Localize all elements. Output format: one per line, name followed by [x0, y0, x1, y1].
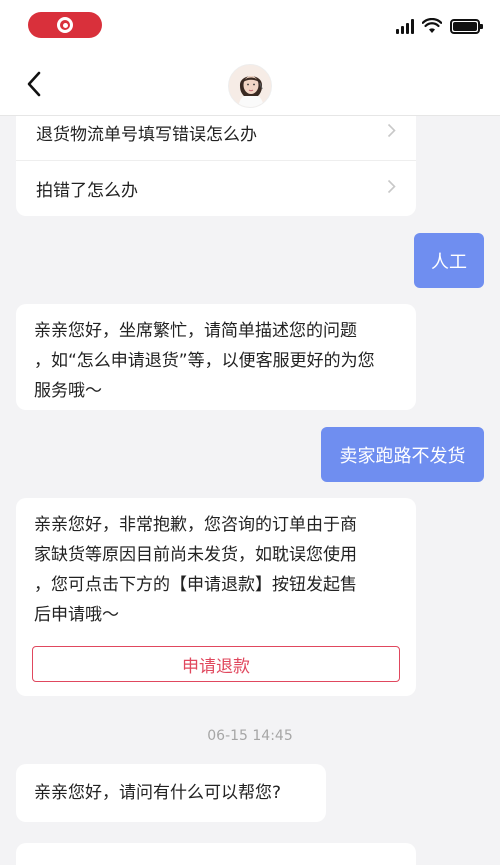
- user-message: 人工: [414, 233, 484, 288]
- faq-item-label: 拍错了怎么办: [36, 181, 138, 201]
- back-button[interactable]: [16, 66, 52, 102]
- battery-icon: [450, 18, 483, 34]
- screen-record-indicator[interactable]: [28, 12, 102, 38]
- agent-message: 亲亲您好，非常抱歉，您咨询的订单由于商 家缺货等原因目前尚未发货，如耽误您使用 …: [16, 498, 416, 696]
- avatar-image: [229, 65, 271, 107]
- status-icons: [396, 18, 483, 34]
- agent-message: 亲亲您好，请问有什么可以帮您?: [16, 764, 326, 822]
- chevron-left-icon: [27, 71, 41, 97]
- agent-avatar[interactable]: [228, 64, 272, 108]
- faq-item[interactable]: 退货物流单号填写错误怎么办: [16, 116, 416, 160]
- message-line: 亲亲您好，请问有什么可以帮您?: [34, 783, 282, 803]
- faq-item-label: 退货物流单号填写错误怎么办: [36, 124, 257, 145]
- message-line: 后申请哦～: [34, 605, 119, 625]
- user-message: 卖家跑路不发货: [321, 427, 484, 482]
- message-line: 亲亲您好，坐席繁忙，请简单描述您的问题: [34, 321, 357, 341]
- chat-area[interactable]: 退货物流单号填写错误怎么办 拍错了怎么办 人工 亲亲您好，坐席繁忙，请简单描述您…: [0, 116, 500, 865]
- message-line: 亲亲您好，非常抱歉，您咨询的订单由于商: [34, 515, 357, 535]
- message-timestamp: 06-15 14:45: [207, 728, 293, 744]
- signal-icon: [396, 18, 414, 34]
- request-refund-button[interactable]: 申请退款: [32, 646, 400, 682]
- message-line: ，如“怎么申请退货”等，以便客服更好的为您: [34, 351, 375, 371]
- message-line: 家缺货等原因目前尚未发货，如耽误您使用: [34, 545, 357, 565]
- agent-message-partial: [16, 843, 416, 865]
- agent-message: 亲亲您好，坐席繁忙，请简单描述您的问题 ，如“怎么申请退货”等，以便客服更好的为…: [16, 304, 416, 410]
- faq-card: 退货物流单号填写错误怎么办 拍错了怎么办: [16, 116, 416, 216]
- wifi-icon: [422, 18, 442, 33]
- message-line: ，您可点击下方的【申请退款】按钮发起售: [34, 575, 357, 595]
- status-bar: [0, 0, 500, 52]
- faq-item[interactable]: 拍错了怎么办: [16, 160, 416, 216]
- message-line: 服务哦～: [34, 381, 102, 401]
- screen-record-icon: [57, 17, 73, 33]
- chevron-right-icon: [387, 123, 396, 142]
- chat-header: [0, 52, 500, 116]
- chevron-right-icon: [387, 179, 396, 198]
